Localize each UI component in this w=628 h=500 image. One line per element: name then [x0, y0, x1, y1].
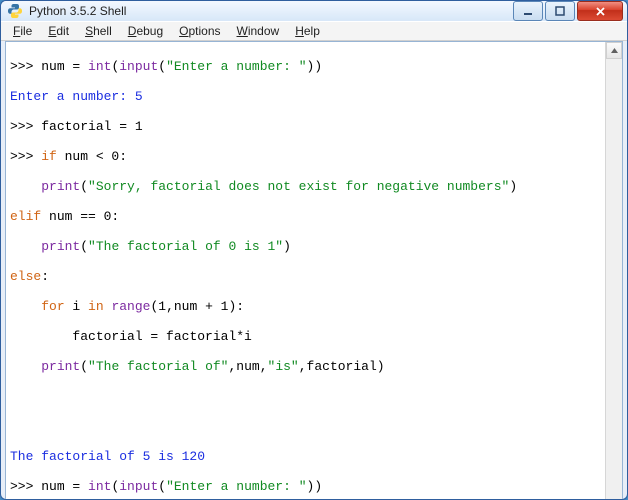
menu-window[interactable]: Window [229, 22, 288, 40]
maximize-button[interactable] [545, 1, 575, 21]
menu-file[interactable]: File [5, 22, 40, 40]
shell-text[interactable]: >>> num = int(input("Enter a number: "))… [6, 42, 605, 500]
scroll-up-button[interactable] [606, 42, 622, 59]
menu-debug[interactable]: Debug [120, 22, 171, 40]
menu-options[interactable]: Options [171, 22, 228, 40]
close-button[interactable] [577, 1, 623, 21]
python-shell-window: Python 3.5.2 Shell File Edit Shell Debug… [0, 0, 628, 500]
scroll-track[interactable] [606, 59, 622, 500]
titlebar[interactable]: Python 3.5.2 Shell [1, 1, 627, 21]
menu-edit[interactable]: Edit [40, 22, 77, 40]
menu-shell[interactable]: Shell [77, 22, 120, 40]
menu-bar: File Edit Shell Debug Options Window Hel… [1, 21, 627, 41]
vertical-scrollbar[interactable] [605, 42, 622, 500]
editor-area: >>> num = int(input("Enter a number: "))… [5, 41, 623, 500]
menu-help[interactable]: Help [287, 22, 328, 40]
minimize-button[interactable] [513, 1, 543, 21]
python-app-icon [7, 3, 23, 19]
window-title: Python 3.5.2 Shell [29, 4, 511, 18]
